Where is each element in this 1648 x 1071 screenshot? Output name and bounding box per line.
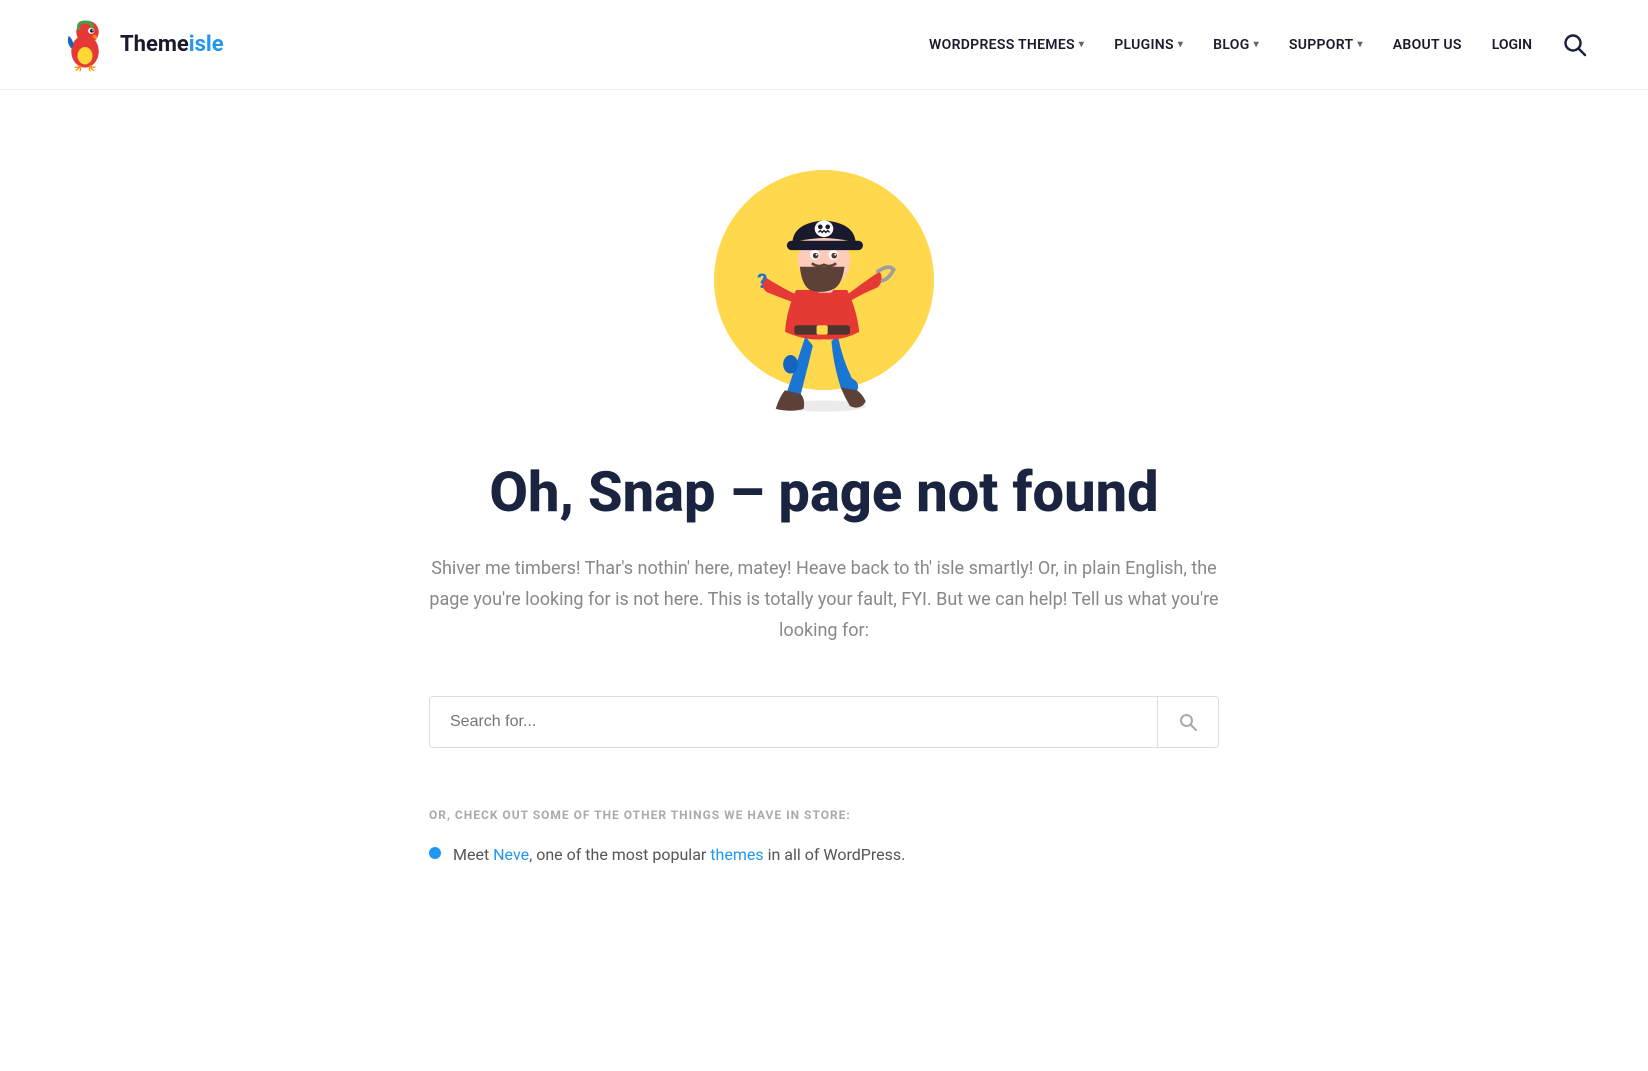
parrot-icon — [60, 17, 110, 72]
chevron-down-icon: ▾ — [1178, 39, 1183, 50]
check-out-label: OR, CHECK OUT SOME OF THE OTHER THINGS W… — [429, 808, 1219, 822]
bullet-text: Meet Neve, one of the most popular theme… — [453, 842, 905, 868]
check-out-section: OR, CHECK OUT SOME OF THE OTHER THINGS W… — [429, 808, 1219, 868]
chevron-down-icon: ▾ — [1079, 39, 1084, 50]
page-title: Oh, Snap – page not found — [489, 460, 1158, 524]
logo-text: Themeisle — [120, 32, 224, 57]
search-icon — [1562, 32, 1588, 58]
search-icon-button[interactable] — [1562, 32, 1588, 58]
main-content: ? Oh, Snap – page not found Shiver me ti… — [224, 90, 1424, 948]
search-icon — [1178, 712, 1198, 732]
nav-wordpress-themes[interactable]: WORDPRESS THEMES ▾ — [929, 37, 1084, 53]
pirate-illustration: ? — [664, 150, 984, 430]
site-header: Themeisle WORDPRESS THEMES ▾ PLUGINS ▾ B… — [0, 0, 1648, 90]
pirate-icon: ? — [694, 160, 954, 420]
chevron-down-icon: ▾ — [1357, 39, 1362, 50]
list-item: Meet Neve, one of the most popular theme… — [429, 842, 1219, 868]
nav-about-us[interactable]: ABOUT US — [1393, 37, 1462, 53]
themes-link[interactable]: themes — [710, 845, 763, 864]
nav-plugins[interactable]: PLUGINS ▾ — [1114, 37, 1183, 53]
svg-text:?: ? — [757, 269, 767, 293]
search-input[interactable] — [430, 697, 1157, 747]
search-submit-button[interactable] — [1157, 697, 1218, 747]
nav-login[interactable]: LOGIN — [1492, 37, 1532, 53]
page-subtitle: Shiver me timbers! Thar's nothin' here, … — [429, 554, 1219, 646]
neve-link[interactable]: Neve — [493, 845, 529, 864]
nav-blog[interactable]: BLOG ▾ — [1213, 37, 1259, 53]
bullet-dot-icon — [429, 847, 441, 859]
main-nav: WORDPRESS THEMES ▾ PLUGINS ▾ BLOG ▾ SUPP… — [929, 32, 1588, 58]
nav-support[interactable]: SUPPORT ▾ — [1289, 37, 1363, 53]
chevron-down-icon: ▾ — [1254, 39, 1259, 50]
search-bar-container — [429, 696, 1219, 748]
site-logo[interactable]: Themeisle — [60, 17, 224, 72]
